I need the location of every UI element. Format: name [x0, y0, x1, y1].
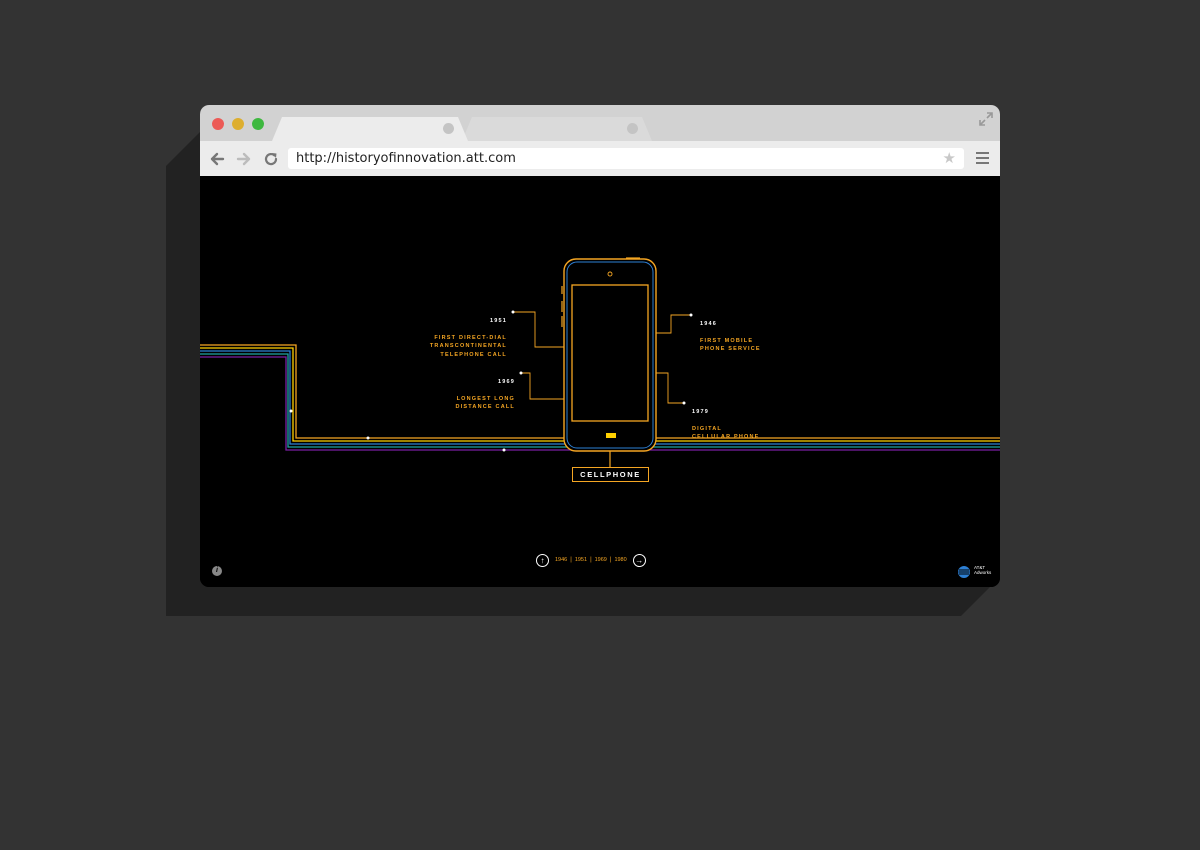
tab-bar	[200, 105, 1000, 141]
tab-active[interactable]	[272, 117, 468, 141]
annotation-1946: 1946 FIRST MOBILE PHONE SERVICE	[700, 311, 761, 362]
annotation-text: FIRST MOBILE PHONE SERVICE	[700, 337, 761, 353]
timeline-node	[366, 436, 370, 440]
innovation-illustration	[200, 257, 1000, 467]
annotation-1951: 1951 FIRST DIRECT-DIAL TRANSCONTINENTAL …	[430, 308, 507, 368]
annotation-year: 1951	[489, 317, 507, 324]
browser-toolbar: http://historyofinnovation.att.com ★	[200, 141, 1000, 176]
address-bar[interactable]: http://historyofinnovation.att.com ★	[288, 148, 964, 169]
annotation-text: DIGITAL CELLULAR PHONE	[692, 425, 760, 441]
timeline-nav: ↑ 1946 | 1951 | 1969 | 1980 →	[536, 553, 646, 567]
tab-close-icon[interactable]	[443, 123, 454, 134]
year-separator: |	[609, 557, 612, 563]
callout-line-1969	[521, 372, 564, 400]
back-arrow-icon[interactable]	[208, 150, 226, 168]
timeline-years: 1946 | 1951 | 1969 | 1980	[555, 557, 627, 563]
year-separator: |	[570, 557, 572, 563]
cellphone-label[interactable]: CELLPHONE	[572, 467, 649, 482]
year-link-1946[interactable]: 1946	[555, 557, 567, 563]
url-text: http://historyofinnovation.att.com	[296, 151, 516, 166]
bookmark-star-icon[interactable]: ★	[943, 151, 956, 166]
year-link-1951[interactable]: 1951	[575, 557, 587, 563]
annotation-year: 1946	[700, 320, 718, 327]
att-globe-icon	[958, 566, 970, 578]
page-viewport: 1951 FIRST DIRECT-DIAL TRANSCONTINENTAL …	[200, 176, 1000, 587]
year-link-1969[interactable]: 1969	[595, 557, 607, 563]
callout-line-1979	[656, 372, 684, 404]
reload-icon[interactable]	[262, 150, 280, 168]
annotation-1969: 1969 LONGEST LONG DISTANCE CALL	[456, 369, 516, 420]
year-separator: |	[590, 557, 592, 563]
info-icon[interactable]: i	[212, 566, 222, 576]
timeline-node	[502, 448, 506, 452]
tab-close-icon[interactable]	[627, 123, 638, 134]
minimize-window-button[interactable]	[232, 118, 244, 130]
annotation-text: LONGEST LONG DISTANCE CALL	[455, 395, 515, 411]
close-window-button[interactable]	[212, 118, 224, 130]
circle-right-arrow-icon[interactable]: →	[632, 553, 646, 567]
callout-line-1946	[656, 314, 691, 334]
browser-window: http://historyofinnovation.att.com ★ 195…	[200, 105, 1000, 587]
annotation-year: 1969	[497, 378, 515, 385]
year-link-1980[interactable]: 1980	[614, 557, 626, 563]
att-logo-text: AT&T Adworks	[974, 565, 992, 575]
menu-icon[interactable]	[976, 152, 989, 165]
maximize-window-button[interactable]	[252, 118, 264, 130]
callout-line-1951	[513, 311, 564, 348]
forward-arrow-icon[interactable]	[235, 150, 253, 168]
circle-up-arrow-icon[interactable]: ↑	[536, 553, 549, 567]
timeline-node	[289, 409, 293, 413]
annotation-1979: 1979 DIGITAL CELLULAR PHONE	[692, 399, 760, 450]
annotation-year: 1979	[692, 408, 710, 415]
tab-inactive[interactable]	[462, 117, 652, 141]
annotation-text: FIRST DIRECT-DIAL TRANSCONTINENTAL TELEP…	[429, 334, 507, 358]
phone-outline	[561, 257, 657, 467]
fullscreen-icon[interactable]	[979, 112, 993, 126]
